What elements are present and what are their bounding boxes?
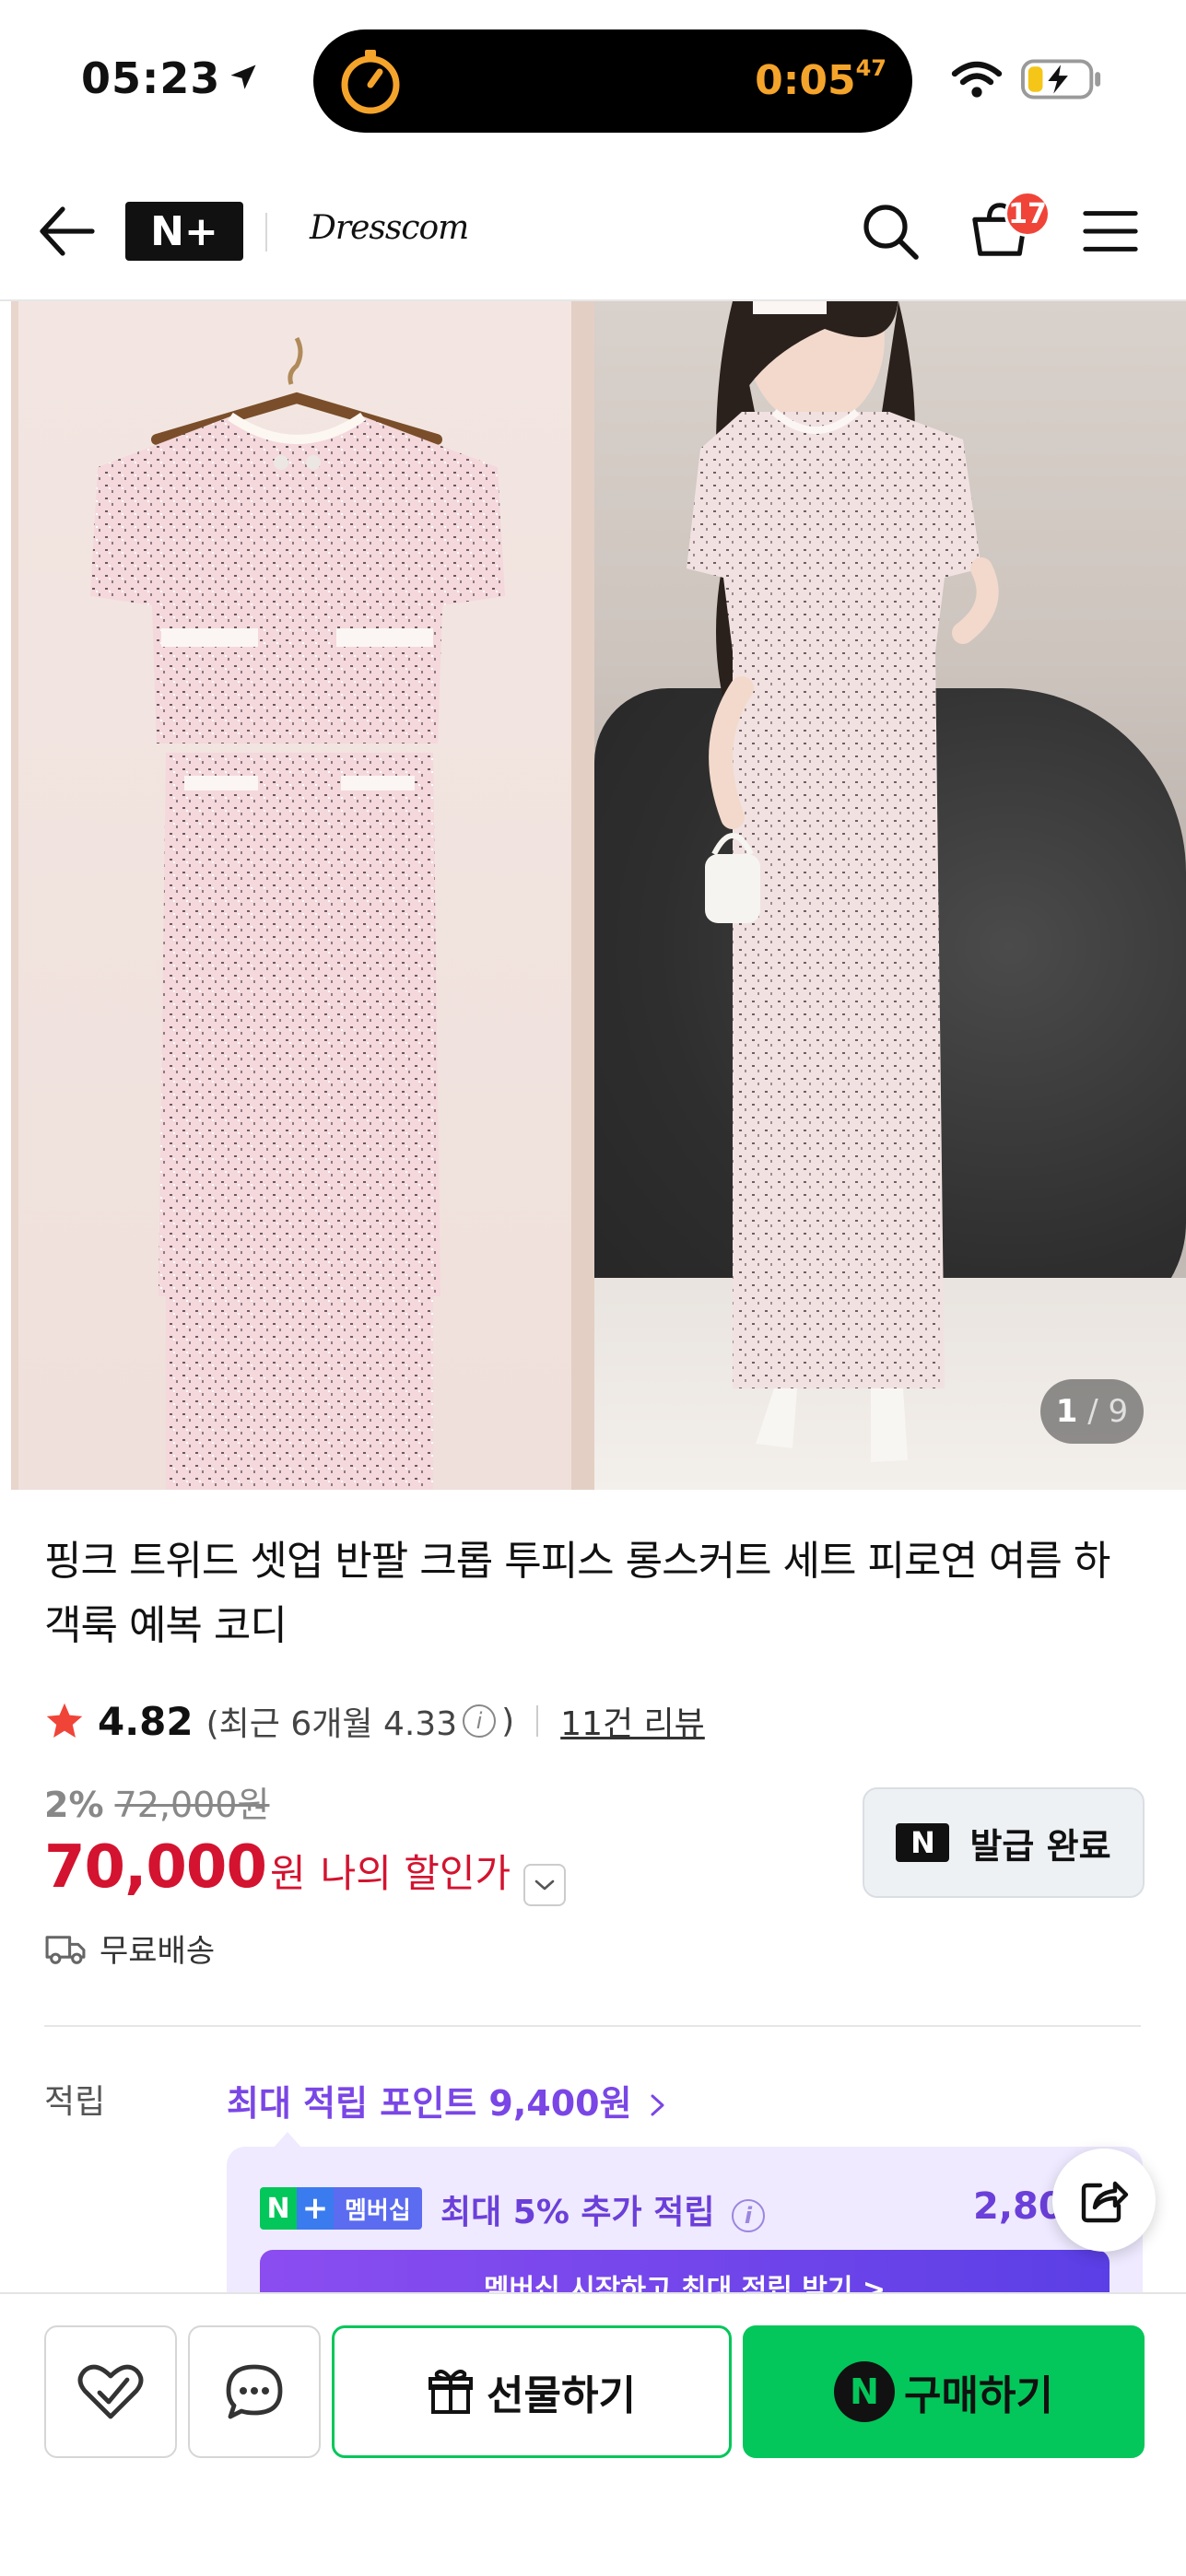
tweed-set-illustration bbox=[90, 336, 505, 1490]
product-photo-hanger bbox=[0, 301, 594, 1490]
status-time: 05:23 bbox=[81, 53, 221, 103]
store-name[interactable]: Dresscom bbox=[310, 209, 469, 247]
naver-plus-logo[interactable]: N+ bbox=[125, 202, 243, 261]
chat-button[interactable] bbox=[188, 2325, 321, 2458]
price-unit: 원 bbox=[269, 1851, 306, 1896]
menu-icon[interactable] bbox=[1082, 207, 1139, 255]
wifi-icon bbox=[951, 61, 1003, 98]
coupon-button[interactable]: N 발급 완료 bbox=[863, 1787, 1145, 1898]
shipping-text: 무료배송 bbox=[100, 1933, 216, 1970]
buy-label: 구매하기 bbox=[904, 2372, 1053, 2419]
gift-label: 선물하기 bbox=[487, 2372, 636, 2419]
image-counter: 1 / 9 bbox=[1040, 1379, 1144, 1444]
membership-info-icon[interactable]: i bbox=[732, 2199, 765, 2232]
naver-pay-icon: N bbox=[834, 2361, 896, 2422]
membership-promo: N + 멤버십 최대 5% 추가 적립 i 2,80 멤버십 시작하고 최대 적… bbox=[227, 2147, 1143, 2294]
naver-n-icon: N bbox=[896, 1823, 950, 1862]
wishlist-button[interactable] bbox=[44, 2325, 177, 2458]
share-button[interactable] bbox=[1052, 2149, 1156, 2252]
dynamic-island[interactable]: 0:0547 bbox=[313, 29, 912, 133]
status-bar: 05:23 0:0547 bbox=[0, 0, 1186, 161]
points-label: 적립 bbox=[44, 2083, 106, 2121]
gift-button[interactable]: 선물하기 bbox=[332, 2325, 732, 2458]
membership-text: 최대 5% 추가 적립 i bbox=[440, 2185, 770, 2233]
original-price: 72,000원 bbox=[114, 1785, 270, 1825]
rating-separator bbox=[536, 1705, 539, 1737]
header-separator bbox=[265, 213, 267, 252]
recent-rating: (최근 6개월 4.33 bbox=[205, 1705, 458, 1743]
star-icon bbox=[46, 1703, 83, 1738]
truck-icon bbox=[45, 1935, 86, 1964]
rating-value: 4.82 bbox=[98, 1698, 194, 1744]
app-header: N+ Dresscom 17 bbox=[0, 161, 1186, 301]
heart-check-icon bbox=[77, 2364, 144, 2419]
chevron-down-icon bbox=[534, 1879, 555, 1891]
product-photo-model bbox=[594, 301, 1186, 1490]
membership-start-button[interactable]: 멤버십 시작하고 최대 적립 받기 > bbox=[260, 2250, 1110, 2294]
max-points-link[interactable]: 최대 적립 포인트 9,400원 bbox=[227, 2075, 668, 2125]
info-icon[interactable]: i bbox=[463, 1704, 497, 1738]
shipping-row: 무료배송 bbox=[44, 1926, 215, 1971]
product-image-gallery[interactable]: 1 / 9 bbox=[0, 301, 1186, 1490]
buy-button[interactable]: N 구매하기 bbox=[743, 2325, 1145, 2458]
model-illustration bbox=[687, 301, 999, 1462]
share-icon bbox=[1081, 2181, 1129, 2223]
recent-rating-close: ) bbox=[501, 1702, 515, 1740]
price-row: 70,000 원 나의 할인가 bbox=[44, 1833, 567, 1906]
membership-amount: 2,80 bbox=[973, 2185, 1064, 2228]
review-count-link[interactable]: 11건 리뷰 bbox=[560, 1697, 705, 1745]
bottom-action-bar: 선물하기 N 구매하기 bbox=[0, 2292, 1186, 2576]
search-icon[interactable] bbox=[861, 202, 920, 261]
product-title: 핑크 트위드 셋업 반팔 크롭 투피스 롱스커트 세트 피로연 여름 하객룩 예… bbox=[44, 1538, 1110, 1649]
stopwatch-icon bbox=[341, 50, 400, 114]
coupon-label: 발급 완료 bbox=[969, 1825, 1111, 1867]
cart-count-badge: 17 bbox=[1004, 191, 1051, 237]
discount-rate: 2% bbox=[44, 1785, 104, 1825]
chevron-right-icon bbox=[651, 2094, 664, 2116]
discount-row: 2% 72,000원 bbox=[44, 1776, 269, 1827]
rating-row: 4.82 (최근 6개월 4.33 i ) 11건 리뷰 bbox=[44, 1693, 705, 1749]
location-arrow-icon bbox=[230, 64, 256, 89]
battery-charging-icon bbox=[1021, 59, 1101, 100]
chat-bubble-icon bbox=[226, 2364, 283, 2419]
timer-readout: 0:0547 bbox=[755, 55, 887, 104]
my-discount-label[interactable]: 나의 할인가 bbox=[321, 1843, 511, 1899]
discount-expand-button[interactable] bbox=[523, 1864, 567, 1906]
back-arrow-icon[interactable] bbox=[37, 204, 96, 259]
gift-icon bbox=[429, 2370, 474, 2414]
membership-badge: N + 멤버십 bbox=[260, 2187, 422, 2230]
sale-price: 70,000 bbox=[44, 1833, 267, 1902]
section-divider bbox=[44, 2025, 1141, 2027]
